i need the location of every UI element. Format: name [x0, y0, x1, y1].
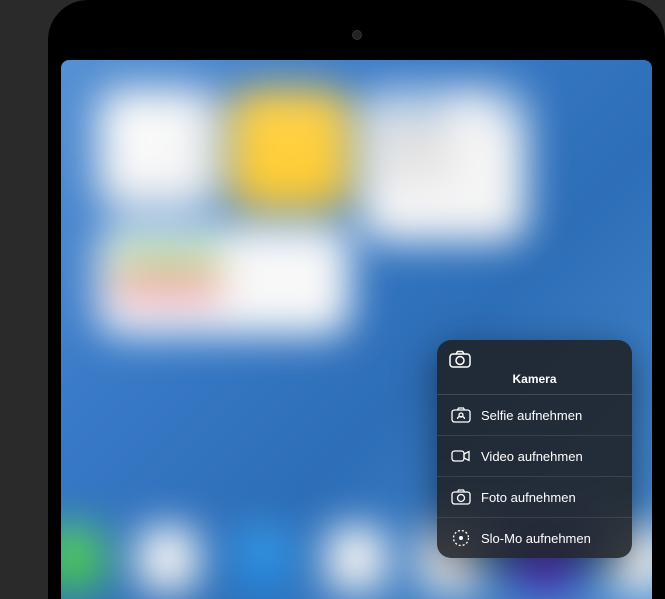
menu-item-label: Selfie aufnehmen [481, 408, 618, 423]
device-bezel: Kamera Selfie aufnehmen [48, 0, 665, 599]
clock-widget [97, 88, 218, 209]
app-icon [231, 527, 292, 593]
menu-item-photo[interactable]: Foto aufnehmen [437, 477, 632, 518]
photo-icon [451, 487, 471, 507]
ipad-screen: Kamera Selfie aufnehmen [61, 60, 652, 599]
camera-icon [449, 350, 620, 368]
video-icon [451, 446, 471, 466]
notes-widget [229, 88, 350, 209]
camera-quick-actions-menu: Kamera Selfie aufnehmen [437, 340, 632, 558]
menu-item-selfie[interactable]: Selfie aufnehmen [437, 395, 632, 436]
menu-item-label: Video aufnehmen [481, 449, 618, 464]
app-icon [326, 527, 387, 593]
menu-item-slomo[interactable]: Slo-Mo aufnehmen [437, 518, 632, 558]
device-frame: Kamera Selfie aufnehmen [0, 0, 665, 599]
menu-item-label: Slo-Mo aufnehmen [481, 531, 618, 546]
calendar-widget [97, 226, 350, 336]
menu-item-label: Foto aufnehmen [481, 490, 618, 505]
reminders-widget [361, 88, 526, 242]
app-icon [137, 527, 198, 593]
menu-title: Kamera [449, 372, 620, 386]
app-icon [61, 527, 104, 593]
selfie-icon [451, 405, 471, 425]
menu-item-video[interactable]: Video aufnehmen [437, 436, 632, 477]
front-camera-dot [352, 30, 362, 40]
slomo-icon [451, 528, 471, 548]
menu-header: Kamera [437, 340, 632, 395]
